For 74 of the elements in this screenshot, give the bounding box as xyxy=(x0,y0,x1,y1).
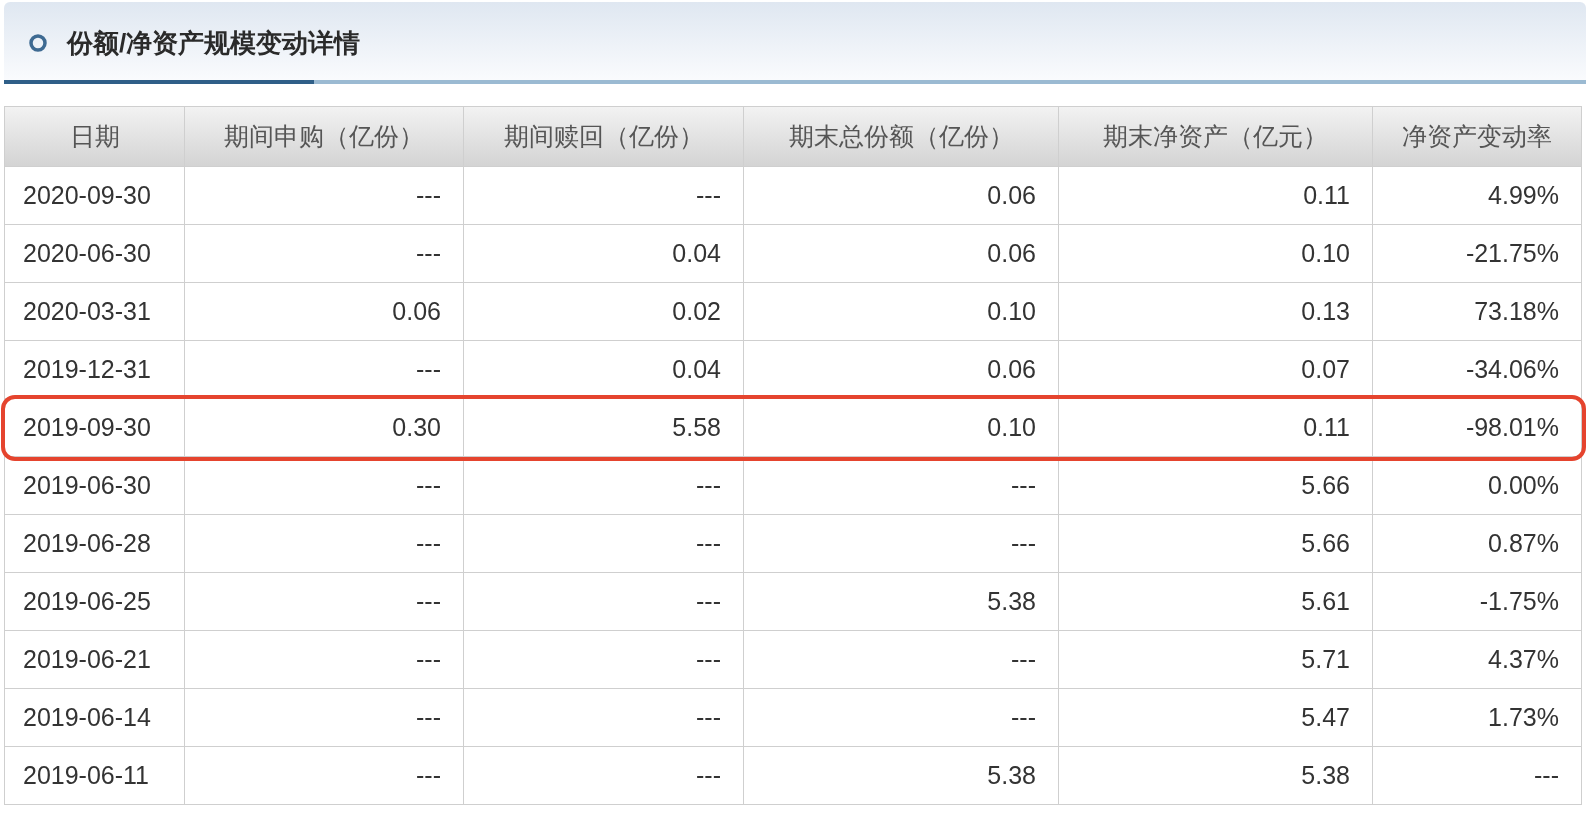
table-cell: --- xyxy=(464,747,744,805)
table-cell: --- xyxy=(464,631,744,689)
table-cell: 4.37% xyxy=(1373,631,1582,689)
table-cell: 5.38 xyxy=(744,573,1059,631)
date-cell: 2019-06-11 xyxy=(5,747,185,805)
date-cell: 2019-09-30 xyxy=(5,399,185,457)
table-cell: --- xyxy=(464,457,744,515)
table-cell: 5.47 xyxy=(1059,689,1373,747)
table-cell: 0.13 xyxy=(1059,283,1373,341)
column-header: 期末总份额（亿份） xyxy=(744,107,1059,167)
table-cell: --- xyxy=(185,515,464,573)
table-cell: -1.75% xyxy=(1373,573,1582,631)
table-cell: 1.73% xyxy=(1373,689,1582,747)
circle-icon xyxy=(28,33,48,53)
table-cell: --- xyxy=(185,341,464,399)
date-cell: 2019-06-28 xyxy=(5,515,185,573)
table-cell: --- xyxy=(185,631,464,689)
table-cell: --- xyxy=(464,689,744,747)
panel-title: 份额/净资产规模变动详情 xyxy=(67,26,361,60)
table-cell: 0.87% xyxy=(1373,515,1582,573)
table-cell: 73.18% xyxy=(1373,283,1582,341)
table-cell: --- xyxy=(185,457,464,515)
table-cell: --- xyxy=(185,689,464,747)
table-cell: 5.58 xyxy=(464,399,744,457)
table-cell: 0.00% xyxy=(1373,457,1582,515)
table-cell: --- xyxy=(464,573,744,631)
table-cell: 0.02 xyxy=(464,283,744,341)
table-cell: 5.61 xyxy=(1059,573,1373,631)
column-header: 期间赎回（亿份） xyxy=(464,107,744,167)
table-cell: 0.30 xyxy=(185,399,464,457)
table-cell: -21.75% xyxy=(1373,225,1582,283)
table-cell: 4.99% xyxy=(1373,167,1582,225)
table-cell: --- xyxy=(464,167,744,225)
table-cell: 5.38 xyxy=(1059,747,1373,805)
table-cell: --- xyxy=(185,747,464,805)
table-cell: 0.10 xyxy=(1059,225,1373,283)
table-cell: --- xyxy=(464,515,744,573)
table-cell: --- xyxy=(744,515,1059,573)
table-cell: 0.11 xyxy=(1059,399,1373,457)
date-cell: 2020-09-30 xyxy=(5,167,185,225)
column-header: 期末净资产（亿元） xyxy=(1059,107,1373,167)
table-cell: --- xyxy=(185,573,464,631)
date-cell: 2019-06-25 xyxy=(5,573,185,631)
table-cell: 0.10 xyxy=(744,283,1059,341)
table-cell: --- xyxy=(744,689,1059,747)
table-cell: 0.10 xyxy=(744,399,1059,457)
table-cell: -34.06% xyxy=(1373,341,1582,399)
table-cell: --- xyxy=(744,457,1059,515)
date-cell: 2019-12-31 xyxy=(5,341,185,399)
table-cell: 0.04 xyxy=(464,341,744,399)
date-cell: 2019-06-14 xyxy=(5,689,185,747)
table-cell: 0.06 xyxy=(744,167,1059,225)
table-cell: 0.04 xyxy=(464,225,744,283)
table-cell: 0.06 xyxy=(744,341,1059,399)
table-cell: 0.06 xyxy=(185,283,464,341)
date-cell: 2019-06-30 xyxy=(5,457,185,515)
table-cell: 5.71 xyxy=(1059,631,1373,689)
column-header: 日期 xyxy=(5,107,185,167)
table-cell: 5.66 xyxy=(1059,515,1373,573)
table-cell: 0.06 xyxy=(744,225,1059,283)
table-cell: 5.38 xyxy=(744,747,1059,805)
table-cell: 0.07 xyxy=(1059,341,1373,399)
date-cell: 2020-06-30 xyxy=(5,225,185,283)
table-cell: 0.11 xyxy=(1059,167,1373,225)
column-header: 净资产变动率 xyxy=(1373,107,1582,167)
table-cell: 5.66 xyxy=(1059,457,1373,515)
table-cell: --- xyxy=(185,225,464,283)
column-header: 期间申购（亿份） xyxy=(185,107,464,167)
table-cell: --- xyxy=(744,631,1059,689)
date-cell: 2020-03-31 xyxy=(5,283,185,341)
table-cell: --- xyxy=(185,167,464,225)
date-cell: 2019-06-21 xyxy=(5,631,185,689)
table-cell: -98.01% xyxy=(1373,399,1582,457)
table-cell: --- xyxy=(1373,747,1582,805)
